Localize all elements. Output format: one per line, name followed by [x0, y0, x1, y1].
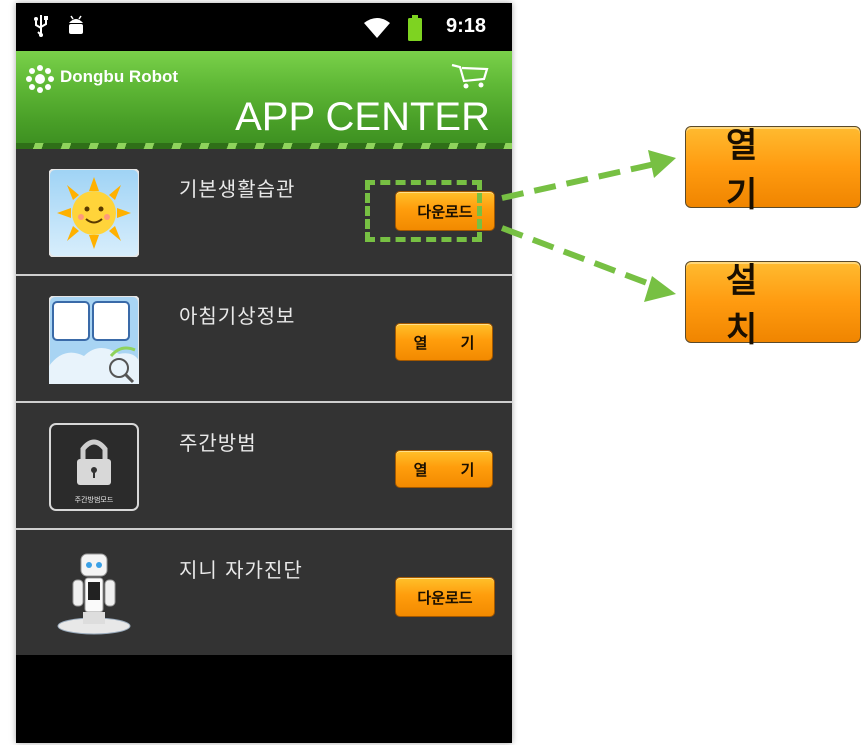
status-time: 9:18 — [446, 15, 487, 37]
status-bar: 9:18 — [16, 3, 512, 51]
open-button[interactable]: 열 기 — [395, 450, 493, 488]
highlight-box — [365, 180, 482, 242]
page-title: APP CENTER — [235, 95, 490, 139]
brand-logo-icon — [26, 65, 54, 93]
usb-icon — [34, 15, 48, 37]
list-item: 주간방범모드 주간방범 열 기 — [16, 403, 512, 530]
android-debug-icon — [69, 15, 83, 34]
callout-open-button: 열 기 — [685, 126, 861, 215]
open-button[interactable]: 열 기 — [395, 323, 493, 361]
cart-icon[interactable] — [450, 59, 490, 91]
wifi-icon — [364, 18, 390, 38]
robot-icon — [57, 553, 131, 635]
phone-screen: 9:18 Dongbu Robot APP CENTER 기본생활습관 다운로드… — [16, 3, 512, 743]
download-button[interactable]: 다운로드 — [395, 577, 495, 617]
lock-icon-caption: 주간방범모드 — [74, 496, 114, 504]
app-name: 주간방범 — [179, 431, 257, 455]
callout-install-button: 설 치 — [685, 261, 861, 350]
list-item: 지니 자가진단 다운로드 — [16, 530, 512, 655]
app-name: 지니 자가진단 — [179, 558, 303, 582]
app-name: 아침기상정보 — [179, 304, 296, 328]
app-header: Dongbu Robot APP CENTER — [16, 51, 512, 149]
battery-icon — [408, 15, 422, 41]
sun-icon — [49, 169, 139, 257]
brand-name: Dongbu Robot — [60, 67, 179, 86]
weather-clock-icon — [49, 296, 139, 384]
list-item: 아침기상정보 열 기 — [16, 276, 512, 403]
app-name: 기본생활습관 — [179, 177, 296, 201]
